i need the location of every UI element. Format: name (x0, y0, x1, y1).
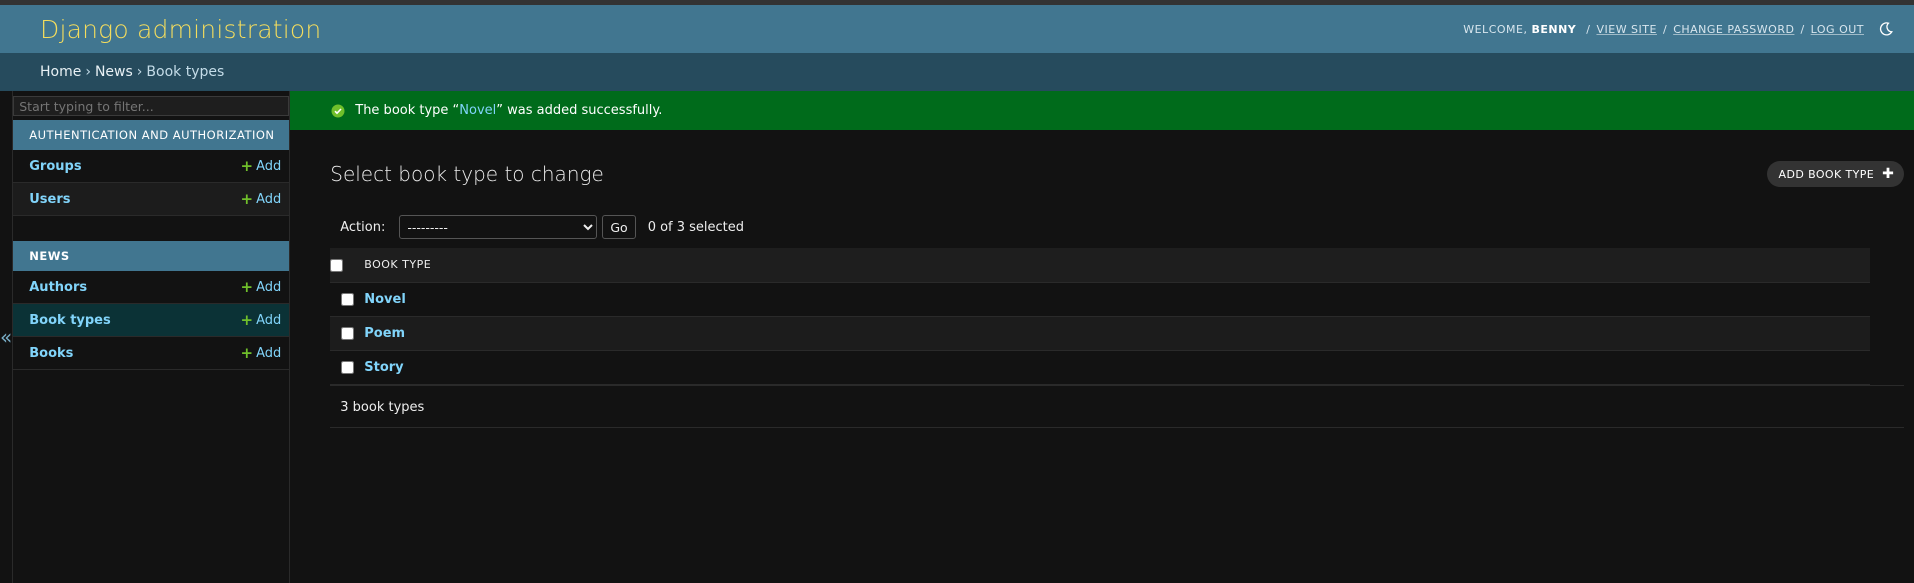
add-authors-link[interactable]: + Add (241, 278, 282, 296)
sidebar-item-groups: Groups + Add (13, 150, 290, 183)
add-users-link[interactable]: + Add (241, 190, 282, 208)
paginator: 3 book types (330, 384, 1905, 428)
row-select-cell (330, 350, 365, 385)
row-link[interactable]: Novel (364, 292, 406, 307)
plus-icon: + (240, 344, 254, 362)
add-button-label: ADD BOOK TYPE (1778, 167, 1875, 181)
add-label: Add (256, 279, 282, 295)
title-row: Select book type to change ADD BOOK TYPE… (330, 160, 1905, 188)
row-checkbox[interactable] (340, 292, 354, 306)
page-title: Select book type to change (330, 162, 604, 186)
nav-filter-input[interactable] (13, 96, 290, 116)
change-password-link[interactable]: CHANGE PASSWORD (1673, 23, 1794, 36)
row-select-cell (330, 316, 365, 351)
add-label: Add (256, 345, 282, 361)
nav-sidebar: Authentication and Authorization Groups … (13, 91, 291, 583)
row-checkbox[interactable] (340, 360, 354, 374)
separator: / (1662, 22, 1668, 36)
message-suffix: ” was added successfully. (496, 103, 663, 118)
breadcrumb-separator: › (85, 64, 91, 80)
site-branding[interactable]: Django administration (40, 15, 321, 44)
select-all-checkbox[interactable] (330, 258, 344, 272)
sidebar-item-label[interactable]: Authors (29, 280, 87, 295)
module-news: News Authors + Add Book types + Add Books … (13, 241, 290, 370)
table-cell: Poem (364, 316, 1871, 351)
main-container: « Authentication and Authorization Group… (0, 91, 1914, 583)
success-message: The book type “Novel” was added successf… (290, 91, 1914, 130)
plus-icon: + (240, 157, 254, 175)
result-table: BOOK TYPE Novel Poem Story (330, 248, 1871, 385)
add-label: Add (256, 158, 282, 174)
table-cell: Story (364, 350, 1871, 385)
table-header-row: BOOK TYPE (330, 248, 1871, 283)
plus-icon: + (240, 190, 254, 208)
add-label: Add (256, 312, 282, 328)
sidebar-item-book-types: Book types + Add (13, 304, 290, 337)
plus-icon: + (240, 311, 254, 329)
sidebar-item-label[interactable]: Book types (29, 313, 111, 328)
select-all-cell (330, 248, 365, 283)
welcome-text: WELCOME, (1463, 22, 1528, 36)
action-label: Action: (340, 219, 386, 235)
table-row: Story (330, 350, 1871, 385)
content: Select book type to change ADD BOOK TYPE… (290, 130, 1914, 428)
breadcrumb: Home › News › Book types (0, 53, 1914, 91)
breadcrumb-separator: › (136, 64, 143, 80)
row-checkbox[interactable] (340, 326, 354, 340)
username: BENNY (1531, 22, 1577, 36)
add-book-types-link[interactable]: + Add (241, 311, 282, 329)
sidebar-item-label[interactable]: Books (29, 346, 73, 361)
module-auth: Authentication and Authorization Groups … (13, 120, 290, 216)
message-link[interactable]: Novel (459, 103, 496, 118)
sidebar-item-label[interactable]: Users (29, 192, 70, 207)
plus-icon: ✚ (1882, 166, 1895, 182)
go-button[interactable]: Go (602, 215, 636, 239)
user-tools: WELCOME, BENNY / VIEW SITE / CHANGE PASS… (1463, 21, 1894, 37)
row-link[interactable]: Story (364, 360, 403, 375)
row-link[interactable]: Poem (364, 326, 405, 341)
table-row: Poem (330, 316, 1871, 351)
sidebar-item-authors: Authors + Add (13, 271, 290, 304)
row-select-cell (330, 282, 365, 317)
content-area: The book type “Novel” was added successf… (290, 91, 1914, 583)
moon-icon[interactable] (1878, 21, 1894, 37)
sidebar-item-label[interactable]: Groups (29, 159, 81, 174)
breadcrumb-news[interactable]: News (95, 64, 133, 80)
separator: / (1586, 22, 1591, 36)
module-caption-news[interactable]: News (13, 241, 290, 271)
column-header-book-type[interactable]: BOOK TYPE (364, 248, 1871, 283)
header: Django administration WELCOME, BENNY / V… (0, 5, 1914, 53)
sidebar-item-books: Books + Add (13, 337, 290, 370)
selected-count: 0 of 3 selected (647, 219, 745, 235)
plus-icon: + (240, 278, 254, 296)
add-label: Add (256, 191, 282, 207)
action-select[interactable]: --------- (399, 215, 598, 239)
actions-bar: Action: --------- Go 0 of 3 selected (330, 214, 1904, 240)
breadcrumb-home[interactable]: Home (40, 64, 81, 80)
add-groups-link[interactable]: + Add (241, 157, 282, 175)
add-book-type-button[interactable]: ADD BOOK TYPE ✚ (1766, 161, 1905, 187)
module-caption-auth[interactable]: Authentication and Authorization (13, 120, 290, 150)
toggle-nav-sidebar[interactable]: « (0, 91, 14, 583)
message-prefix: The book type “ (355, 103, 460, 118)
table-cell: Novel (364, 282, 1871, 317)
log-out-link[interactable]: LOG OUT (1811, 23, 1864, 36)
view-site-link[interactable]: VIEW SITE (1596, 23, 1657, 36)
sidebar-item-users: Users + Add (13, 183, 290, 216)
separator: / (1800, 22, 1805, 36)
add-books-link[interactable]: + Add (241, 344, 282, 362)
table-row: Novel (330, 282, 1871, 317)
breadcrumb-current: Book types (146, 64, 225, 80)
check-circle-icon (331, 104, 345, 118)
